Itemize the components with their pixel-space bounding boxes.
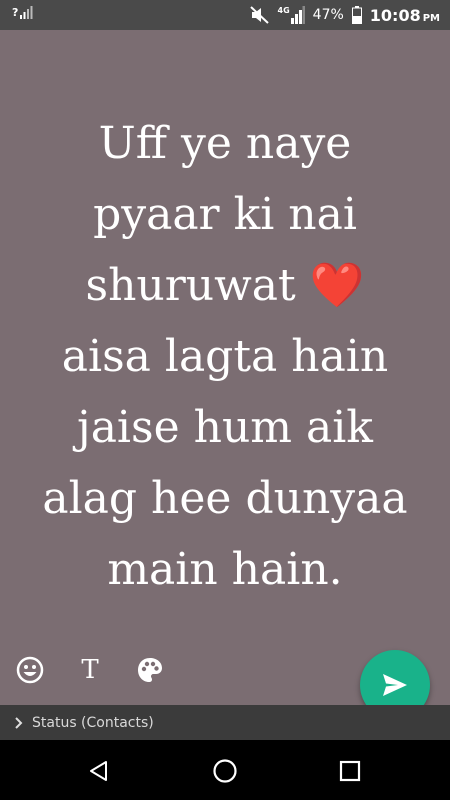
clock: 10:08 PM <box>370 6 440 25</box>
audience-label: Status (Contacts) <box>32 714 154 731</box>
background-color-button[interactable] <box>132 652 168 688</box>
battery-percent: 47% <box>312 7 344 23</box>
mute-icon <box>249 6 269 24</box>
status-composer-canvas[interactable]: Uff ye naye pyaar ki nai shuruwat ❤️ ais… <box>0 30 450 705</box>
back-icon <box>90 761 107 781</box>
status-text[interactable]: Uff ye naye pyaar ki nai shuruwat ❤️ ais… <box>15 108 435 605</box>
recents-icon <box>339 760 361 782</box>
clock-ampm: PM <box>422 12 440 24</box>
home-icon <box>213 759 237 783</box>
chevron-right-icon <box>14 716 24 729</box>
status-audience-bar[interactable]: Status (Contacts) <box>0 705 450 740</box>
sim-indicator: ? <box>12 5 19 19</box>
back-button[interactable] <box>84 756 114 786</box>
network-type: 4G <box>277 6 290 15</box>
battery-icon <box>351 6 362 24</box>
emoji-icon <box>16 656 44 684</box>
signal-unknown-icon <box>20 6 33 19</box>
system-status-bar: ? 4G 47% 10:08 PM <box>0 0 450 30</box>
text-style-button[interactable]: T <box>72 652 108 688</box>
home-button[interactable] <box>210 756 240 786</box>
send-icon <box>383 674 407 696</box>
signal-unknown-indicator: ? <box>12 5 33 19</box>
clock-time: 10:08 <box>369 5 421 25</box>
emoji-button[interactable] <box>12 652 48 688</box>
palette-icon <box>138 658 162 682</box>
recents-button[interactable] <box>335 756 365 786</box>
system-navigation-bar <box>0 740 450 800</box>
text-style-icon: T <box>81 655 99 685</box>
signal-strength-icon <box>290 6 305 24</box>
